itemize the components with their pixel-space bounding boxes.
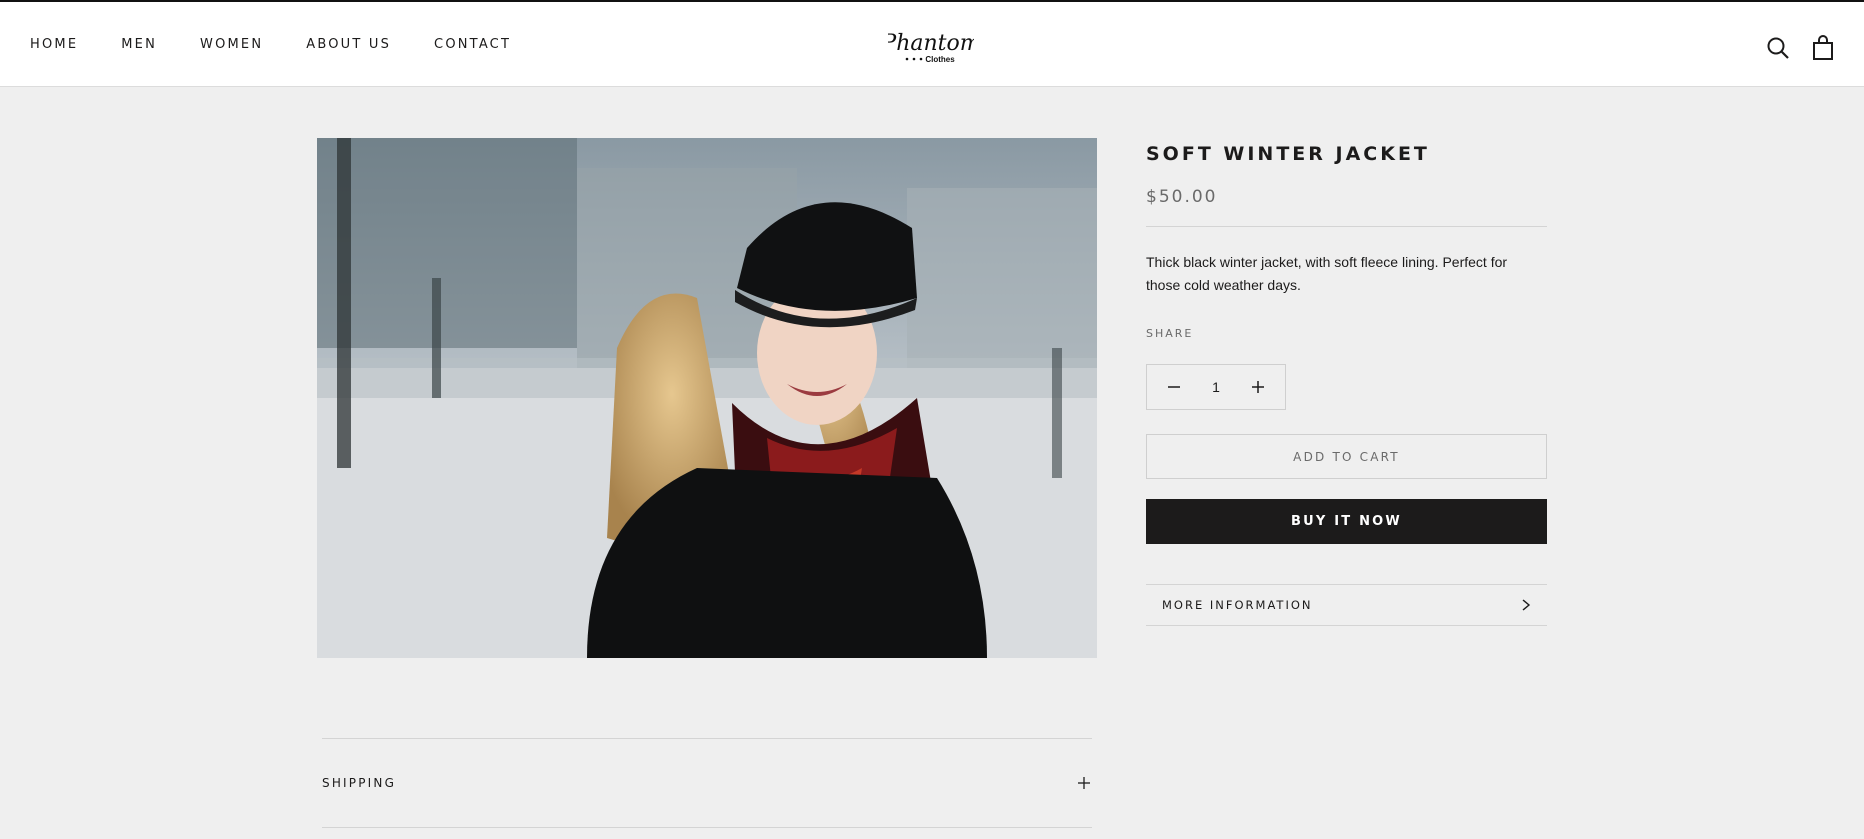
more-information-label: MORE INFORMATION <box>1162 598 1313 612</box>
nav-about-us[interactable]: ABOUT US <box>306 37 391 52</box>
buy-it-now-button[interactable]: BUY IT NOW <box>1146 499 1547 544</box>
logo-text: Phantom <box>888 31 974 56</box>
shopping-bag-icon[interactable] <box>1810 35 1836 61</box>
site-header: HOME MEN WOMEN ABOUT US CONTACT Phantom … <box>0 2 1864 87</box>
search-icon[interactable] <box>1765 35 1791 61</box>
product-description: Thick black winter jacket, with soft fle… <box>1146 254 1508 293</box>
quantity-stepper: 1 <box>1146 364 1286 410</box>
chevron-right-icon <box>1522 599 1531 611</box>
nav-contact[interactable]: CONTACT <box>434 37 511 52</box>
nav-men[interactable]: MEN <box>121 37 157 52</box>
nav-home[interactable]: HOME <box>30 37 78 52</box>
shipping-label: SHIPPING <box>322 776 397 790</box>
main-nav: HOME MEN WOMEN ABOUT US CONTACT <box>30 37 554 52</box>
divider <box>1146 226 1547 227</box>
share-link[interactable]: SHARE <box>1146 327 1547 340</box>
shipping-accordion[interactable]: SHIPPING <box>322 738 1092 828</box>
product-title: SOFT WINTER JACKET <box>1146 143 1430 165</box>
add-to-cart-button[interactable]: ADD TO CART <box>1146 434 1547 479</box>
brand-logo[interactable]: Phantom Clothes <box>880 24 980 68</box>
quantity-value[interactable]: 1 <box>1212 379 1220 395</box>
product-image[interactable] <box>317 138 1097 658</box>
plus-icon <box>1078 777 1090 789</box>
logo-subtext: Clothes <box>925 55 955 64</box>
more-information-toggle[interactable]: MORE INFORMATION <box>1146 584 1547 626</box>
minus-icon[interactable] <box>1165 378 1183 396</box>
plus-icon[interactable] <box>1249 378 1267 396</box>
product-info: SOFT WINTER JACKET $50.00 Thick black wi… <box>1146 138 1547 626</box>
product-price: $50.00 <box>1146 187 1218 207</box>
nav-women[interactable]: WOMEN <box>200 37 263 52</box>
